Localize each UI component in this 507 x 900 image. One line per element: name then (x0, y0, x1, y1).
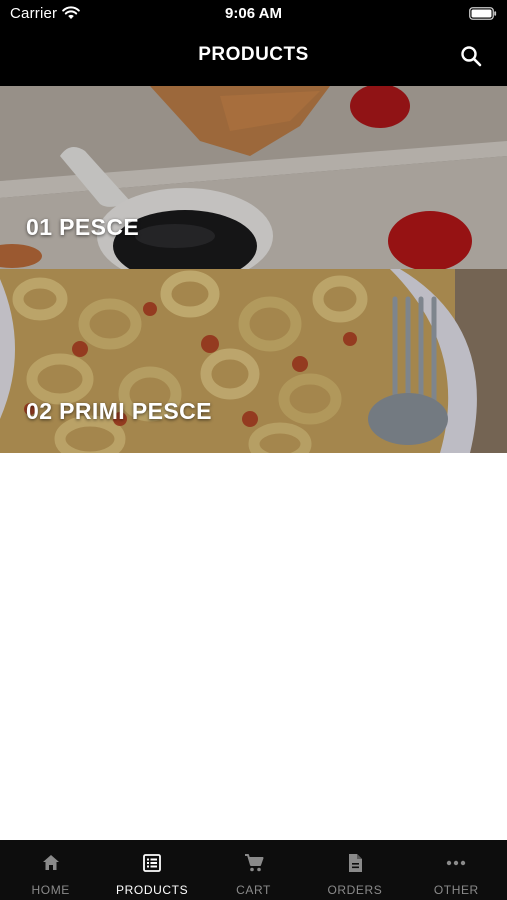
tab-label: ORDERS (327, 883, 383, 897)
home-icon (42, 855, 59, 870)
tab-label: HOME (31, 883, 70, 897)
category-label: 01 PESCE (26, 214, 140, 240)
tab-label: PRODUCTS (116, 883, 189, 897)
tab-cart[interactable]: CART (203, 840, 304, 900)
category-tile-pesce[interactable]: 01 PESCE (0, 86, 507, 269)
category-list: 01 PESCE 02 PRIMI PESCE (0, 86, 507, 453)
document-icon (348, 854, 362, 872)
products-screen: Carrier 9:06 AM PRODUCTS 01 PESCE 02 PRI… (0, 0, 507, 900)
tab-other[interactable]: OTHER (406, 840, 507, 900)
clock: 9:06 AM (225, 5, 282, 22)
tab-home[interactable]: HOME (0, 840, 101, 900)
category-label: 02 PRIMI PESCE (26, 398, 212, 424)
tab-label: CART (236, 883, 271, 897)
tab-bar: HOME PRODUCTS CART ORDERS OTHER (0, 840, 507, 900)
more-icon (447, 860, 466, 866)
page-title: PRODUCTS (198, 44, 309, 65)
cart-icon (244, 854, 264, 872)
status-bar: Carrier 9:06 AM (0, 0, 507, 28)
list-icon (143, 854, 162, 872)
tab-products[interactable]: PRODUCTS (101, 840, 202, 900)
navigation-bar: Carrier 9:06 AM PRODUCTS (0, 0, 507, 86)
tab-label: OTHER (433, 883, 479, 897)
battery-icon (469, 7, 497, 20)
category-tile-primi-pesce[interactable]: 02 PRIMI PESCE (0, 269, 507, 453)
search-icon[interactable] (459, 44, 483, 68)
tab-orders[interactable]: ORDERS (304, 840, 405, 900)
